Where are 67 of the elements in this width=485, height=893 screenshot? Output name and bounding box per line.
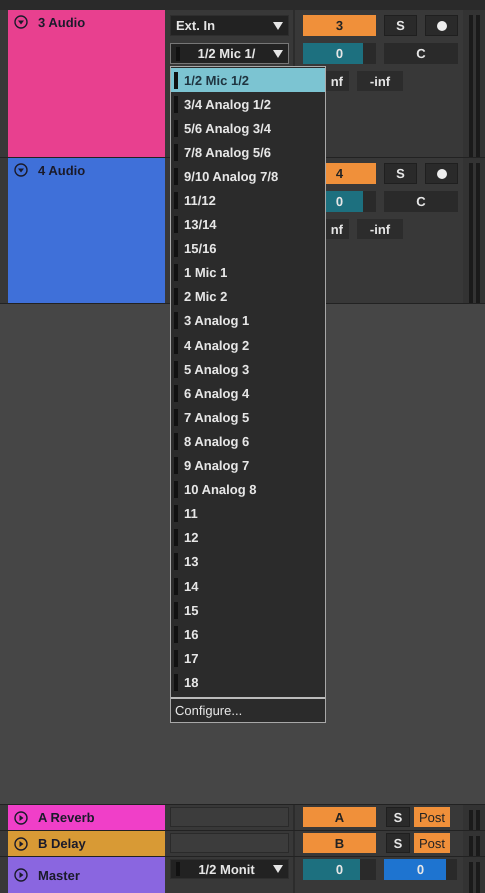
caret-icon xyxy=(273,22,283,30)
menu-item[interactable]: 18 xyxy=(171,670,325,694)
track-header[interactable]: B Delay xyxy=(8,831,165,856)
menu-item[interactable]: 10 Analog 8 xyxy=(171,478,325,502)
volume-field[interactable]: 0 xyxy=(303,859,376,880)
menu-item[interactable]: 13 xyxy=(171,550,325,574)
input-type-dropdown[interactable]: Ext. In xyxy=(170,15,289,36)
volume-value: 0 xyxy=(416,862,424,877)
caret-icon xyxy=(273,865,283,873)
collapse-icon[interactable] xyxy=(14,163,28,177)
menu-item[interactable]: 7/8 Analog 5/6 xyxy=(171,140,325,164)
track-name: B Delay xyxy=(38,836,86,851)
menu-item[interactable]: 9 Analog 7 xyxy=(171,454,325,478)
send-button[interactable]: B xyxy=(303,833,376,853)
post-button[interactable]: Post xyxy=(414,833,450,853)
pan-field[interactable]: C xyxy=(384,191,458,212)
track-activator-button[interactable]: 3 xyxy=(303,15,376,36)
menu-item[interactable]: 15 xyxy=(171,598,325,622)
track-name: Master xyxy=(38,868,80,882)
solo-button[interactable]: S xyxy=(386,833,410,853)
track-name: A Reverb xyxy=(38,810,95,825)
peak-level: -inf xyxy=(357,71,403,91)
menu-item[interactable]: 1/2 Mic 1/2 xyxy=(171,68,325,92)
track-header[interactable]: 4 Audio xyxy=(8,158,165,303)
solo-button[interactable]: S xyxy=(384,15,417,36)
track-name: 4 Audio xyxy=(38,163,86,178)
menu-item[interactable]: 3/4 Analog 1/2 xyxy=(171,92,325,116)
input-channel-dropdown[interactable]: 1/2 Mic 1/ xyxy=(170,43,289,64)
collapse-icon[interactable] xyxy=(14,15,28,29)
caret-icon xyxy=(273,50,283,58)
menu-item[interactable]: 7 Analog 5 xyxy=(171,405,325,430)
volume-value: 0 xyxy=(336,862,344,877)
track-header[interactable]: A Reverb xyxy=(8,805,165,830)
send-button[interactable]: A xyxy=(303,807,376,827)
solo-button[interactable]: S xyxy=(386,807,410,827)
volume-value: 0 xyxy=(336,194,344,209)
menu-item[interactable]: 11 xyxy=(171,502,325,526)
solo-button[interactable]: S xyxy=(384,163,417,184)
menu-item[interactable]: 1 Mic 1 xyxy=(171,260,325,285)
pan-field[interactable]: C xyxy=(384,43,458,64)
menu-item[interactable]: 3 Analog 1 xyxy=(171,308,325,334)
menu-item[interactable]: 5 Analog 3 xyxy=(171,357,325,382)
menu-item[interactable]: 14 xyxy=(171,574,325,598)
menu-item[interactable]: 15/16 xyxy=(171,236,325,261)
menu-item[interactable]: 16 xyxy=(171,622,325,646)
track-header[interactable]: 3 Audio xyxy=(8,10,165,157)
track-header[interactable]: Master xyxy=(8,857,165,893)
output-dropdown[interactable]: 1/2 Monit xyxy=(170,859,289,879)
cue-volume-field[interactable]: 0 xyxy=(384,859,457,880)
expand-icon[interactable] xyxy=(14,810,28,824)
menu-item[interactable]: 8 Analog 6 xyxy=(171,429,325,454)
menu-item[interactable]: 4 Analog 2 xyxy=(171,333,325,358)
post-button[interactable]: Post xyxy=(414,807,450,827)
arm-button[interactable] xyxy=(425,15,458,36)
expand-icon[interactable] xyxy=(14,836,28,850)
menu-item[interactable]: 2 Mic 2 xyxy=(171,284,325,309)
peak-level: -inf xyxy=(357,219,403,239)
expand-icon[interactable] xyxy=(14,868,28,882)
menu-item[interactable]: 17 xyxy=(171,646,325,670)
track-name: 3 Audio xyxy=(38,15,86,30)
menu-item[interactable]: 12 xyxy=(171,526,325,550)
volume-field[interactable]: 0 xyxy=(303,43,376,64)
menu-item[interactable]: 6 Analog 4 xyxy=(171,381,325,406)
volume-value: 0 xyxy=(336,46,344,61)
menu-item[interactable]: 5/6 Analog 3/4 xyxy=(171,116,325,140)
configure-item[interactable]: Configure... xyxy=(171,697,325,722)
arm-button[interactable] xyxy=(425,163,458,184)
